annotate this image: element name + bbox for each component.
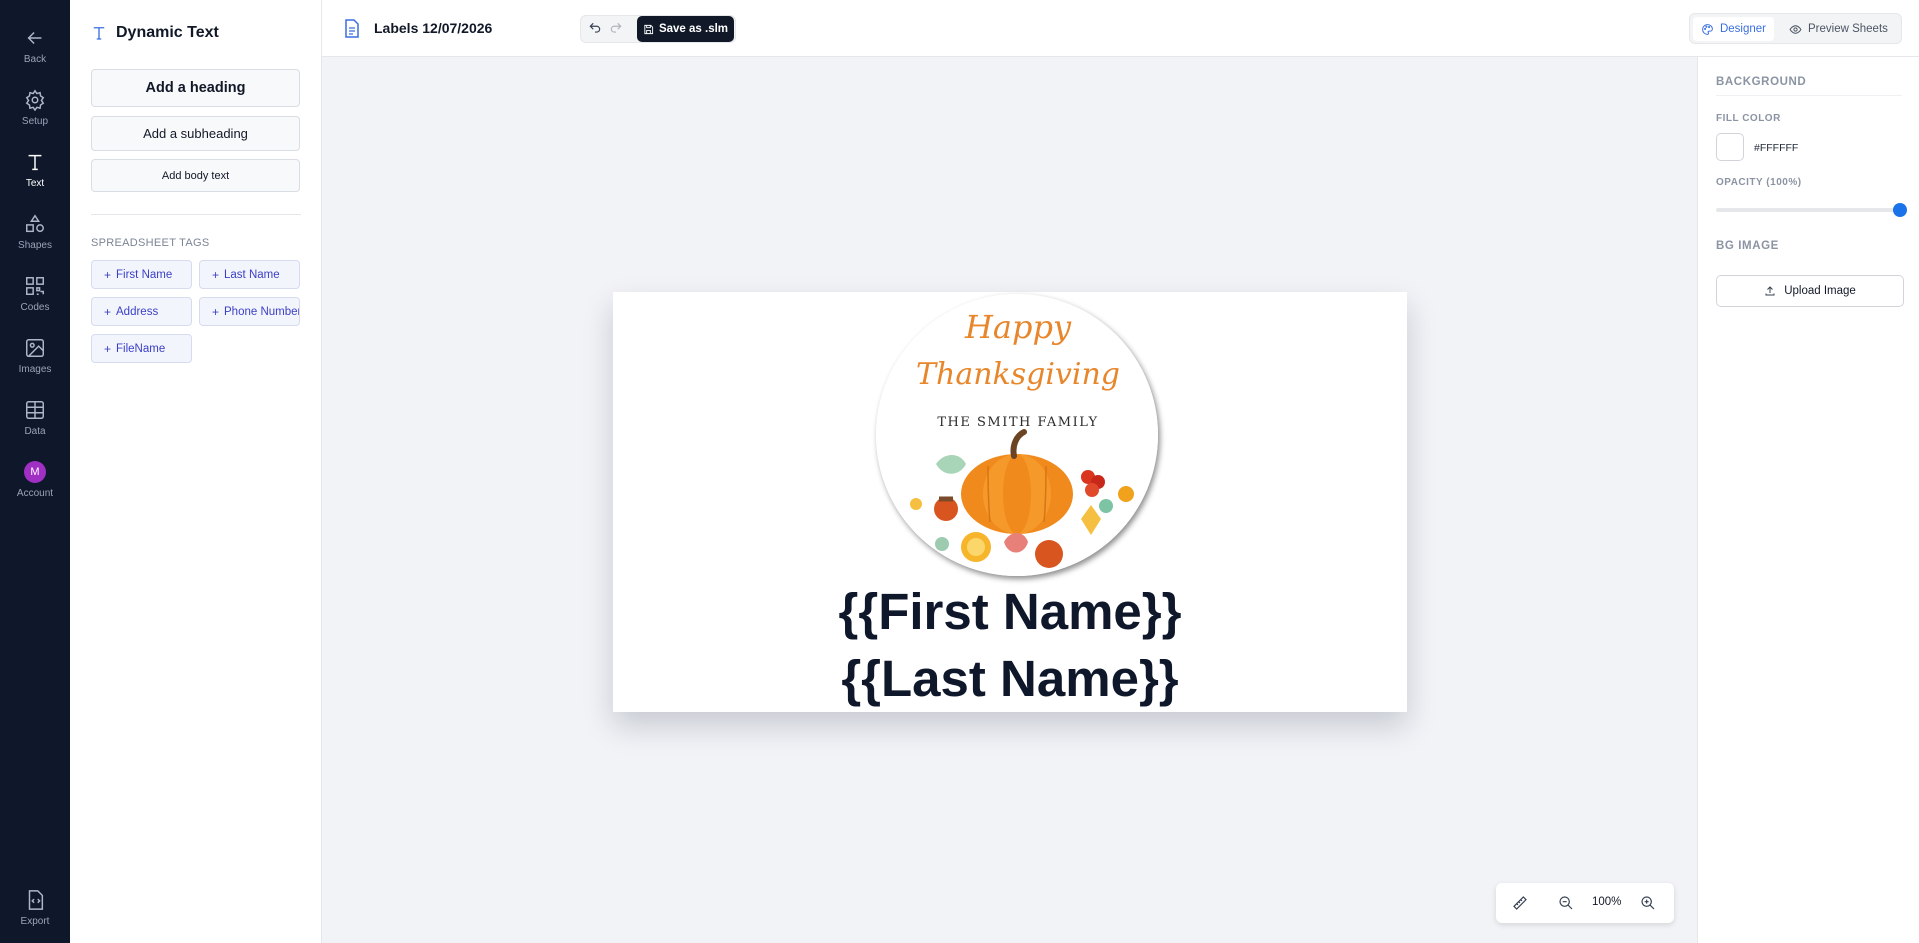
shapes-icon [26,214,44,233]
designer-tab[interactable]: Designer [1693,17,1774,41]
gear-icon [25,89,45,111]
rail-label-setup: Setup [21,116,49,127]
preview-sheets-tab[interactable]: Preview Sheets [1781,17,1899,41]
designer-label: Designer [1719,23,1766,35]
rail-item-text[interactable]: Text [0,144,70,196]
ruler-icon [1513,896,1527,910]
background-heading: BACKGROUND [1716,76,1807,88]
rail-label-export: Export [20,916,50,927]
bg-image-heading: BG IMAGE [1716,240,1779,252]
back-label: Back [23,54,47,65]
rail-label-codes: Codes [20,302,50,313]
rail-label-shapes: Shapes [18,240,52,251]
ruler-button[interactable] [1512,895,1528,911]
tag-label: First Name [116,268,173,281]
rail-label-text: Text [25,178,45,189]
tag-label: Address [116,305,159,318]
rail-label-data: Data [24,426,46,437]
tag-last-name[interactable]: + Last Name [199,260,300,289]
fill-color-label: FILL COLOR [1716,113,1781,124]
tag-label: Last Name [224,268,280,281]
tag-phone-number[interactable]: + Phone Number [199,297,300,326]
rail-label-images: Images [18,364,52,375]
table-icon [26,401,44,419]
image-icon [26,339,44,357]
panel-title-text: Dynamic Text [116,24,219,41]
add-subheading-button[interactable]: Add a subheading [91,116,300,151]
palette-icon [1702,23,1713,35]
text-icon [28,154,42,171]
thanksgiving-sticker-image[interactable]: Happy Thanksgiving THE SMITH FAMILY [876,294,1158,576]
spreadsheet-tags-label: SPREADSHEET TAGS [91,237,210,249]
rail-item-codes[interactable]: Codes [0,268,70,320]
sticker-family-name: THE SMITH FAMILY [937,415,1098,430]
plus-icon: + [212,267,220,282]
tag-filename[interactable]: + FileName [91,334,192,363]
eye-icon [1789,24,1802,34]
top-bar: Labels 12/07/2026 Save as .slm Designer … [322,0,1919,57]
text-tool-panel: Dynamic Text Add a heading Add a subhead… [70,0,322,943]
label-canvas[interactable]: Happy Thanksgiving THE SMITH FAMILY {{Fi… [613,292,1407,712]
zoom-out-button[interactable] [1558,895,1574,911]
zoom-toolbar: 100% [1496,883,1674,923]
upload-image-button[interactable]: Upload Image [1716,275,1904,307]
document-icon [345,19,359,38]
panel-title: Dynamic Text [90,24,219,42]
tag-first-name[interactable]: + First Name [91,260,192,289]
preview-label: Preview Sheets [1808,23,1888,35]
add-body-text-button[interactable]: Add body text [91,159,300,192]
rail-item-data[interactable]: Data [0,392,70,444]
panel-divider [91,214,301,215]
export-code-icon [28,890,44,910]
opacity-label: OPACITY (100%) [1716,177,1802,188]
props-divider [1716,95,1902,96]
add-heading-button[interactable]: Add a heading [91,69,300,107]
rail-item-setup[interactable]: Setup [0,82,70,134]
document-title[interactable]: Labels 12/07/2026 [374,20,492,36]
qr-code-icon [26,277,44,295]
tag-address[interactable]: + Address [91,297,192,326]
leaf-icon [1035,540,1063,568]
zoom-level: 100% [1592,896,1622,908]
undo-button[interactable] [588,21,606,39]
fill-color-swatch[interactable] [1716,133,1744,161]
save-icon [644,24,654,34]
plus-icon: + [104,267,112,282]
fill-color-hex[interactable]: #FFFFFF [1754,142,1798,154]
tag-label: FileName [116,342,166,355]
rail-item-account[interactable]: M Account [0,454,70,506]
first-name-placeholder[interactable]: {{First Name}} [613,582,1407,641]
sticker-thanksgiving: Thanksgiving [916,357,1120,392]
properties-panel: BACKGROUND FILL COLOR #FFFFFF OPACITY (1… [1697,57,1919,943]
sticker-artwork: Happy Thanksgiving THE SMITH FAMILY [876,294,1158,576]
zoom-out-icon [1559,896,1573,910]
back-button[interactable]: Back [0,20,70,72]
redo-button[interactable] [609,21,627,39]
avatar: M [24,461,46,483]
opacity-slider-track[interactable] [1716,208,1900,212]
nav-rail: Back Setup Text Shapes Codes Images Data… [0,0,70,943]
view-toggle: Designer Preview Sheets [1689,13,1902,44]
plus-icon: + [104,341,112,356]
text-icon [93,27,105,40]
upload-icon [1765,286,1775,296]
opacity-slider-thumb[interactable] [1893,203,1907,217]
plus-icon: + [104,304,112,319]
rail-label-account: Account [16,488,54,499]
redo-icon [610,22,622,33]
save-label: Save as .slm [658,23,729,35]
rail-item-export[interactable]: Export [0,882,70,934]
arrow-left-icon [27,31,42,45]
last-name-placeholder[interactable]: {{Last Name}} [613,649,1407,708]
tag-label: Phone Number [224,305,300,318]
plus-icon: + [212,304,220,319]
zoom-in-icon [1641,896,1655,910]
sticker-happy: Happy [964,308,1072,346]
save-slm-button[interactable]: Save as .slm [637,16,734,42]
undo-icon [589,22,601,33]
rail-item-shapes[interactable]: Shapes [0,206,70,258]
rail-item-images[interactable]: Images [0,330,70,382]
zoom-in-button[interactable] [1640,895,1656,911]
upload-label: Upload Image [1784,285,1856,297]
